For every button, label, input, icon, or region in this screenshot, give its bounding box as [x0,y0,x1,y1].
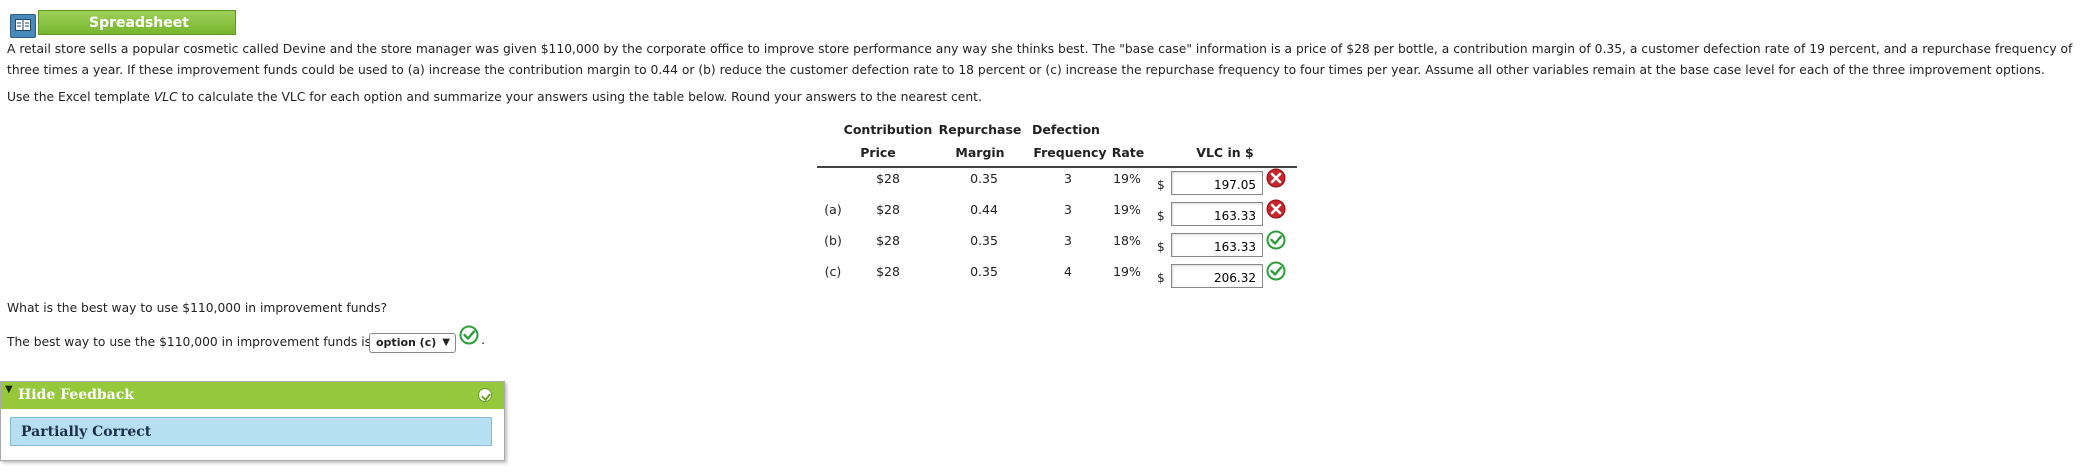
currency-symbol: $ [1157,209,1165,223]
rate-cell: 19% [1113,202,1141,217]
row-label: (c) [824,264,842,279]
correct-icon [459,325,479,345]
vlc-input-b[interactable] [1171,233,1263,257]
rate-cell: 18% [1113,233,1141,248]
spreadsheet-button[interactable]: Spreadsheet [38,10,236,35]
col-header-margin: Margin [955,145,1005,160]
hide-feedback-label: Hide Feedback [18,387,134,403]
frequency-cell: 3 [1064,233,1072,248]
answer-period: . [481,333,486,348]
incorrect-icon [1266,168,1286,188]
margin-cell: 0.35 [970,171,998,186]
frequency-cell: 3 [1064,202,1072,217]
correct-icon [1266,230,1286,250]
check-badge-icon [478,388,492,402]
rate-cell: 19% [1113,171,1141,186]
feedback-toggle[interactable]: ▼ Hide Feedback [1,382,504,409]
currency-symbol: $ [1157,178,1165,192]
row-label: (a) [824,202,842,217]
triangle-down-icon: ▼ [5,384,13,395]
row-label: (b) [824,233,842,248]
vlc-input-base[interactable] [1171,171,1263,195]
margin-cell: 0.35 [970,233,998,248]
frequency-cell: 4 [1064,264,1072,279]
col-header-contribution: Contribution [843,122,933,137]
price-cell: $28 [876,264,900,279]
correct-icon [1266,261,1286,281]
price-cell: $28 [876,233,900,248]
margin-cell: 0.44 [970,202,998,217]
col-header-price: Price [860,145,896,160]
currency-symbol: $ [1157,271,1165,285]
problem-paragraph: A retail store sells a popular cosmetic … [7,42,2073,77]
best-option-select[interactable]: option (c) ▼ [369,333,456,353]
frequency-cell: 3 [1064,171,1072,186]
margin-cell: 0.35 [970,264,998,279]
currency-symbol: $ [1157,240,1165,254]
rate-cell: 19% [1113,264,1141,279]
col-header-repurchase: Repurchase [938,122,1022,137]
vlc-input-c[interactable] [1171,264,1263,288]
feedback-result: Partially Correct [10,417,492,446]
instruction-text: Use the Excel template VLC to calculate … [7,90,982,104]
vlc-input-a[interactable] [1171,202,1263,226]
col-header-vlc: VLC in $ [1196,145,1254,160]
question-prompt: What is the best way to use $110,000 in … [7,301,388,315]
selected-option: option (c) [376,336,437,349]
chevron-down-icon: ▼ [442,337,450,348]
header-divider [817,166,1297,168]
col-header-rate: Rate [1111,145,1145,160]
price-cell: $28 [876,202,900,217]
col-header-frequency: Frequency [1033,145,1107,160]
feedback-panel: ▼ Hide Feedback Partially Correct [0,381,505,461]
incorrect-icon [1266,199,1286,219]
answer-sentence: The best way to use the $110,000 in impr… [7,335,372,349]
col-header-defection: Defection [1032,122,1100,137]
price-cell: $28 [876,171,900,186]
spreadsheet-icon[interactable] [10,14,36,38]
